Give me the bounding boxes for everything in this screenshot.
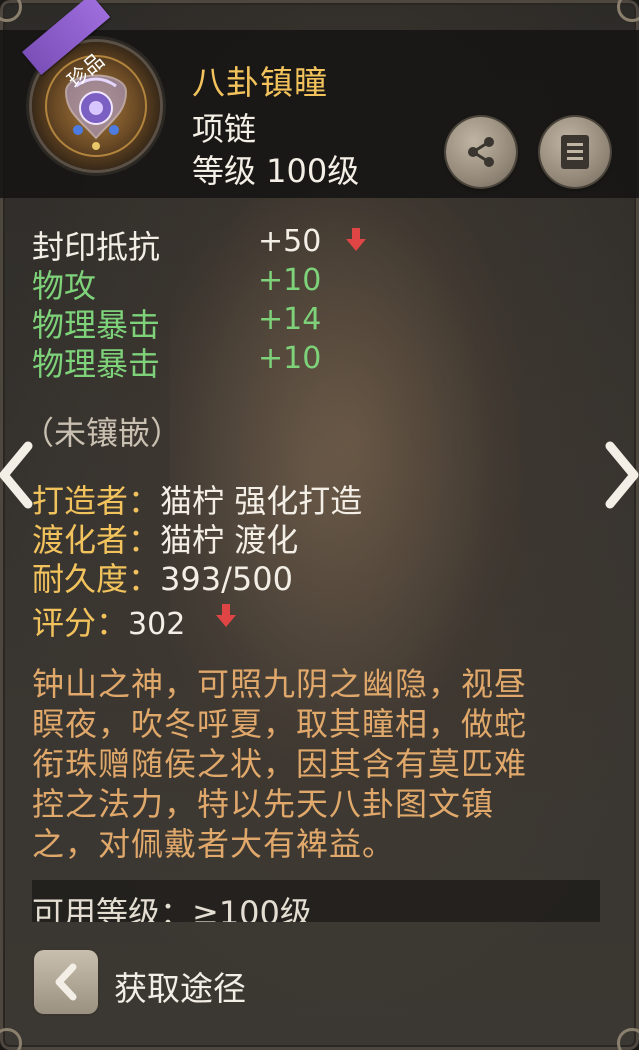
acquire-source-button[interactable] (34, 950, 98, 1014)
level-requirement-text: 可用等级：≥100级 (32, 894, 312, 922)
description-line: 钟山之神，可照九阴之幽隐，视昼 (32, 665, 528, 703)
item-level: 等级 100级 (192, 152, 360, 190)
description-line: 控之法力，特以先天八卦图文镇 (32, 785, 495, 823)
score-value: 302 (128, 607, 186, 642)
durability-row: 耐久度：393/500 (32, 554, 293, 600)
stat-value: +50 (258, 224, 322, 259)
share-icon (468, 137, 494, 167)
corner-ornament (0, 0, 22, 22)
decrease-arrow-icon (346, 228, 366, 251)
stat-value: +10 (258, 341, 322, 376)
item-description: 钟山之神，可照九阴之幽隐，视昼 瞑夜，吹冬呼夏，取其瞳相，做蛇 衔珠赠随侯之状，… (32, 664, 597, 864)
item-type: 项链 (192, 110, 257, 148)
stat-value: +14 (258, 302, 322, 337)
stat-name: 物理暴击 (32, 345, 161, 383)
detail-button[interactable] (540, 117, 610, 187)
durability-value: 393/500 (160, 560, 293, 598)
document-icon (561, 135, 589, 169)
corner-ornament (0, 1028, 22, 1050)
score-label: 评分： (32, 604, 129, 642)
decrease-arrow-icon (216, 604, 236, 627)
level-requirement: 可用等级：≥100级 (32, 880, 600, 922)
corner-ornament (617, 1028, 639, 1050)
chevron-left-icon (55, 963, 77, 1001)
stat-value: +10 (258, 263, 322, 298)
acquire-source-label[interactable]: 获取途径 (114, 962, 246, 1010)
item-tooltip-panel: 珍品 八卦镇瞳 项链 等级 100级 封印抵抗 +50 物攻 +10 物理暴击 … (0, 0, 639, 1050)
share-button[interactable] (446, 117, 516, 187)
item-name: 八卦镇瞳 (192, 63, 328, 102)
socket-status: （未镶嵌） (22, 414, 183, 452)
corner-ornament (617, 0, 639, 22)
score-row: 评分：302 (32, 598, 185, 644)
description-line: 之，对佩戴者大有裨益。 (32, 825, 396, 863)
durability-label: 耐久度： (32, 560, 161, 598)
description-line: 衔珠赠随侯之状，因其含有莫匹难 (32, 745, 528, 783)
next-item-arrow[interactable] (600, 440, 639, 510)
previous-item-arrow[interactable] (0, 440, 38, 510)
description-line: 瞑夜，吹冬呼夏，取其瞳相，做蛇 (32, 705, 528, 743)
